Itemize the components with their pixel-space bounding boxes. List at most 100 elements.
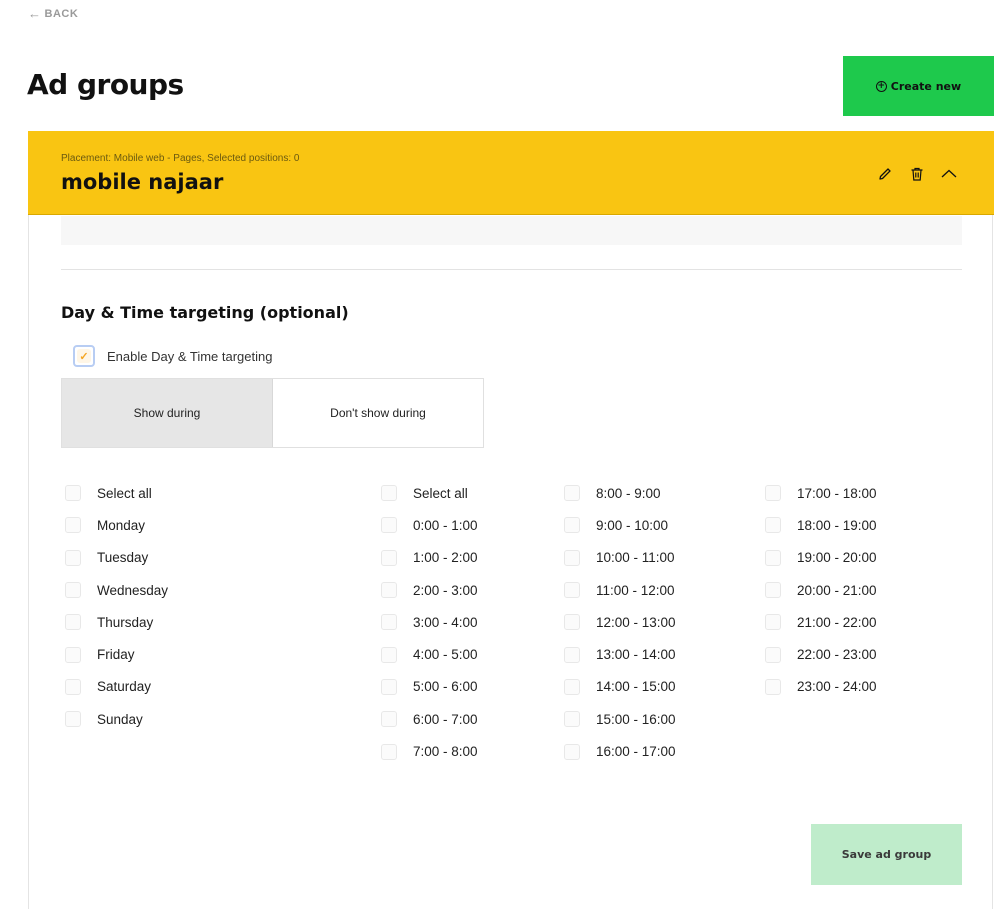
check-icon: ✓ — [77, 349, 91, 363]
chevron-up-icon[interactable] — [940, 165, 958, 183]
hour-label: Select all — [413, 485, 468, 501]
checkbox[interactable] — [564, 743, 580, 760]
hour-label: 12:00 - 13:00 — [596, 614, 676, 630]
hour-option[interactable]: Select all — [381, 477, 478, 509]
trash-icon[interactable] — [908, 165, 926, 183]
hour-option[interactable]: 10:00 - 11:00 — [564, 542, 676, 574]
day-label: Thursday — [97, 614, 154, 630]
create-new-button[interactable]: + Create new — [843, 56, 994, 116]
save-ad-group-button[interactable]: Save ad group — [811, 824, 962, 885]
dont-show-during-option[interactable]: Don't show during — [273, 379, 483, 447]
hour-label: 3:00 - 4:00 — [413, 614, 478, 630]
hour-label: 16:00 - 17:00 — [596, 744, 676, 760]
checkbox[interactable] — [381, 678, 397, 695]
hour-label: 19:00 - 20:00 — [797, 550, 877, 566]
hour-option[interactable]: 3:00 - 4:00 — [381, 606, 478, 638]
hour-option[interactable]: 4:00 - 5:00 — [381, 638, 478, 670]
hour-label: 20:00 - 21:00 — [797, 582, 877, 598]
hour-option[interactable]: 7:00 - 8:00 — [381, 735, 478, 767]
checkbox[interactable] — [381, 743, 397, 760]
checkbox[interactable] — [381, 582, 397, 599]
hour-label: 1:00 - 2:00 — [413, 550, 478, 566]
day-option[interactable]: Wednesday — [65, 574, 168, 606]
day-option[interactable]: Thursday — [65, 606, 168, 638]
checkbox[interactable] — [564, 517, 580, 534]
hour-option[interactable]: 13:00 - 14:00 — [564, 638, 676, 670]
checkbox[interactable] — [381, 614, 397, 631]
day-label: Select all — [97, 485, 152, 501]
hours-column-1: Select all 0:00 - 1:00 1:00 - 2:00 2:00 … — [381, 477, 478, 768]
hour-option[interactable]: 19:00 - 20:00 — [765, 542, 877, 574]
hour-label: 8:00 - 9:00 — [596, 485, 661, 501]
checkbox[interactable] — [765, 614, 781, 631]
hour-option[interactable]: 5:00 - 6:00 — [381, 671, 478, 703]
day-option[interactable]: Saturday — [65, 671, 168, 703]
checkbox[interactable] — [381, 517, 397, 534]
hours-column-2: 8:00 - 9:00 9:00 - 10:00 10:00 - 11:00 1… — [564, 477, 676, 768]
enable-targeting-checkbox[interactable]: ✓ — [73, 345, 95, 367]
hour-option[interactable]: 14:00 - 15:00 — [564, 671, 676, 703]
checkbox[interactable] — [381, 549, 397, 566]
day-option[interactable]: Tuesday — [65, 542, 168, 574]
hour-option[interactable]: 22:00 - 23:00 — [765, 638, 877, 670]
hour-option[interactable]: 8:00 - 9:00 — [564, 477, 676, 509]
checkbox[interactable] — [65, 711, 81, 728]
checkbox[interactable] — [564, 549, 580, 566]
hour-option[interactable]: 2:00 - 3:00 — [381, 574, 478, 606]
hour-label: 2:00 - 3:00 — [413, 582, 478, 598]
hour-option[interactable]: 1:00 - 2:00 — [381, 542, 478, 574]
checkbox[interactable] — [381, 485, 397, 502]
settings-strip — [61, 216, 962, 245]
day-option[interactable]: Monday — [65, 509, 168, 541]
checkbox[interactable] — [381, 711, 397, 728]
hour-label: 9:00 - 10:00 — [596, 517, 669, 533]
hour-option[interactable]: 18:00 - 19:00 — [765, 509, 877, 541]
hour-option[interactable]: 0:00 - 1:00 — [381, 509, 478, 541]
hour-option[interactable]: 16:00 - 17:00 — [564, 735, 676, 767]
day-option[interactable]: Friday — [65, 638, 168, 670]
checkbox[interactable] — [564, 646, 580, 663]
hour-option[interactable]: 11:00 - 12:00 — [564, 574, 676, 606]
hour-label: 5:00 - 6:00 — [413, 679, 478, 695]
checkbox[interactable] — [765, 517, 781, 534]
checkbox[interactable] — [564, 614, 580, 631]
ad-group-card: Placement: Mobile web - Pages, Selected … — [28, 131, 994, 909]
checkbox[interactable] — [765, 678, 781, 695]
pencil-icon[interactable] — [876, 165, 894, 183]
checkbox[interactable] — [65, 485, 81, 502]
show-during-option[interactable]: Show during — [62, 379, 273, 447]
hour-option[interactable]: 17:00 - 18:00 — [765, 477, 877, 509]
hour-option[interactable]: 6:00 - 7:00 — [381, 703, 478, 735]
checkbox[interactable] — [65, 614, 81, 631]
back-label: BACK — [44, 7, 79, 20]
hour-option[interactable]: 9:00 - 10:00 — [564, 509, 676, 541]
hour-option[interactable]: 20:00 - 21:00 — [765, 574, 877, 606]
checkbox[interactable] — [65, 517, 81, 534]
checkbox[interactable] — [65, 678, 81, 695]
checkbox[interactable] — [564, 678, 580, 695]
checkbox[interactable] — [765, 582, 781, 599]
checkbox[interactable] — [65, 549, 81, 566]
checkbox[interactable] — [765, 549, 781, 566]
checkbox[interactable] — [65, 582, 81, 599]
hour-option[interactable]: 12:00 - 13:00 — [564, 606, 676, 638]
back-link[interactable]: ← BACK — [28, 6, 78, 21]
hour-label: 17:00 - 18:00 — [797, 485, 877, 501]
hour-option[interactable]: 21:00 - 22:00 — [765, 606, 877, 638]
hour-option[interactable]: 15:00 - 16:00 — [564, 703, 676, 735]
checkbox[interactable] — [765, 646, 781, 663]
day-label: Tuesday — [97, 550, 149, 566]
checkbox[interactable] — [564, 582, 580, 599]
day-option[interactable]: Select all — [65, 477, 168, 509]
hour-option[interactable]: 23:00 - 24:00 — [765, 671, 877, 703]
checkbox[interactable] — [564, 485, 580, 502]
day-option[interactable]: Sunday — [65, 703, 168, 735]
checkbox[interactable] — [765, 485, 781, 502]
ad-group-header[interactable]: Placement: Mobile web - Pages, Selected … — [28, 131, 994, 215]
enable-targeting-row[interactable]: ✓ Enable Day & Time targeting — [73, 345, 272, 367]
checkbox[interactable] — [65, 646, 81, 663]
day-label: Monday — [97, 517, 146, 533]
checkbox[interactable] — [564, 711, 580, 728]
hour-label: 13:00 - 14:00 — [596, 647, 676, 663]
checkbox[interactable] — [381, 646, 397, 663]
